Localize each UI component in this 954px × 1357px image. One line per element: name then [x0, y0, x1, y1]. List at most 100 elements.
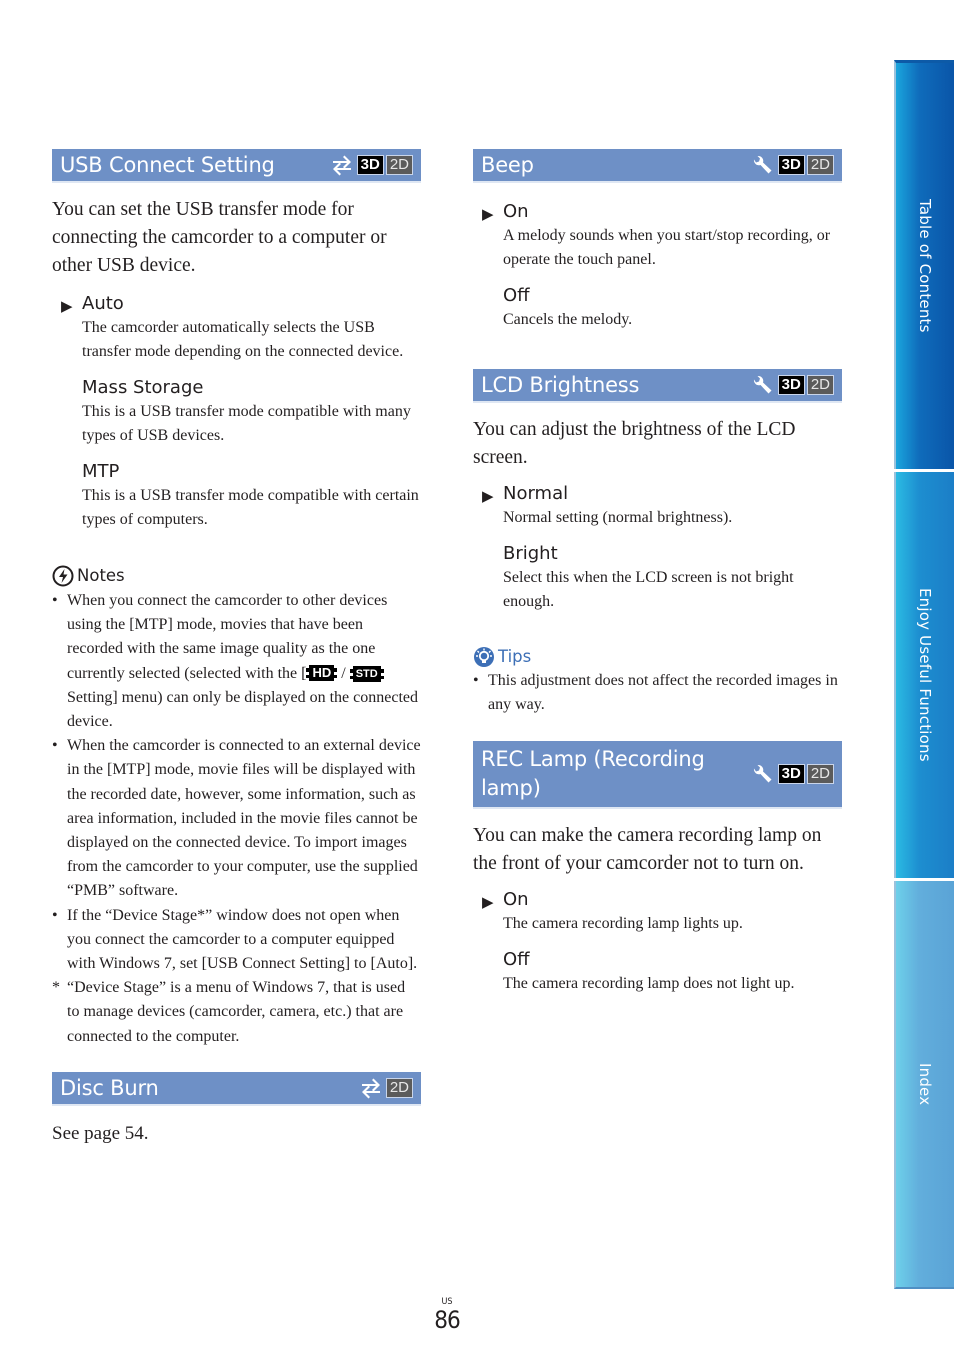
right-column: Beep 3D 2D ▶ On A melody sounds when you… — [473, 149, 842, 996]
side-tab-index[interactable]: Index — [894, 881, 954, 1289]
left-column: USB Connect Setting 3D 2D You can set th… — [52, 149, 421, 1147]
lcd-brightness-section: LCD Brightness 3D 2D You can adjust the … — [473, 369, 842, 717]
page-number-value: 86 — [434, 1306, 460, 1334]
option-name: Off — [503, 285, 530, 306]
side-tab-table-of-contents[interactable]: Table of Contents — [894, 60, 954, 469]
option-desc: The camera recording lamp lights up. — [503, 915, 743, 933]
mode-badges: 3D 2D — [751, 374, 834, 396]
note-text: Setting] menu) can only be displayed on … — [67, 688, 419, 731]
badge-2d: 2D — [806, 155, 834, 175]
side-tab-label: Index — [916, 1062, 934, 1106]
section-title: Disc Burn — [60, 1075, 159, 1100]
note-text: If the “Device Stage*” window does not o… — [67, 906, 418, 973]
badge-2d: 2D — [806, 375, 834, 395]
option-normal: ▶ Normal Normal setting (normal brightne… — [473, 482, 842, 530]
side-tab-label: Enjoy Useful Functions — [916, 588, 934, 762]
see-page-link[interactable]: See page 54. — [52, 1121, 421, 1147]
usb-connect-setting-section: USB Connect Setting 3D 2D You can set th… — [52, 149, 421, 1049]
transfer-arrows-icon — [330, 154, 354, 176]
mode-badges: 3D 2D — [751, 763, 834, 785]
default-marker-icon: ▶ — [482, 893, 494, 912]
mode-badges: 3D 2D — [330, 154, 413, 176]
side-tab-label: Table of Contents — [916, 199, 934, 333]
section-lead: You can make the camera recording lamp o… — [473, 825, 822, 875]
page-number: US 86 — [430, 1297, 464, 1333]
section-header: Beep 3D 2D — [473, 149, 842, 183]
section-title: LCD Brightness — [481, 373, 640, 397]
option-name: Bright — [503, 543, 558, 564]
option-desc: The camera recording lamp does not light… — [503, 975, 795, 993]
bullet: • — [473, 672, 479, 689]
bullet: • — [52, 737, 58, 755]
disc-burn-section: Disc Burn 2D See page 54. — [52, 1071, 421, 1147]
tip-item: • This adjustment does not affect the re… — [473, 669, 842, 717]
section-header: Disc Burn 2D — [52, 1071, 421, 1106]
default-marker-icon: ▶ — [482, 205, 494, 223]
notes-heading: Notes — [52, 565, 421, 587]
option-on: ▶ On A melody sounds when you start/stop… — [473, 200, 842, 272]
footnote: * “Device Stage” is a menu of Windows 7,… — [52, 976, 421, 1049]
bullet: • — [52, 906, 58, 924]
section-title: Beep — [481, 153, 534, 177]
option-desc: This is a USB transfer mode compatible w… — [82, 403, 411, 444]
option-name: Auto — [82, 293, 124, 314]
section-title: USB Connect Setting — [60, 153, 275, 177]
badge-2d: 2D — [385, 155, 413, 175]
default-marker-icon: ▶ — [482, 487, 494, 505]
option-off: Off The camera recording lamp does not l… — [473, 948, 842, 996]
badge-3d: 3D — [356, 155, 384, 175]
footnote-text: “Device Stage” is a menu of Windows 7, t… — [67, 979, 406, 1045]
note-item: • When the camcorder is connected to an … — [52, 734, 421, 903]
section-title: REC Lamp (Recording lamp) — [481, 747, 705, 801]
notes-list: • When you connect the camcorder to othe… — [52, 589, 421, 1049]
option-mtp: MTP This is a USB transfer mode compatib… — [52, 460, 421, 532]
option-bright: Bright Select this when the LCD screen i… — [473, 542, 842, 614]
tips-block: Tips • This adjustment does not affect t… — [473, 646, 842, 717]
tips-heading: Tips — [473, 646, 842, 668]
std-quality-icon: STD — [349, 665, 384, 682]
option-desc: This is a USB transfer mode compatible w… — [82, 487, 419, 528]
notes-caution-icon — [52, 565, 74, 587]
footnote-mark: * — [52, 979, 60, 997]
mode-badges: 3D 2D — [751, 154, 834, 176]
note-text: When the camcorder is connected to an ex… — [67, 737, 421, 900]
rec-lamp-section: REC Lamp (Recording lamp) 3D 2D You can … — [473, 741, 842, 996]
tips-lightbulb-icon — [473, 646, 495, 668]
wrench-icon — [751, 154, 775, 176]
tips-list: • This adjustment does not affect the re… — [473, 669, 842, 717]
section-header: USB Connect Setting 3D 2D — [52, 149, 421, 183]
option-desc: Cancels the melody. — [503, 311, 633, 328]
transfer-arrows-icon — [359, 1077, 383, 1099]
option-name: On — [503, 889, 529, 911]
option-name: Mass Storage — [82, 377, 204, 398]
default-marker-icon: ▶ — [61, 297, 73, 315]
option-desc: The camcorder automatically selects the … — [82, 319, 404, 360]
side-tab-enjoy-useful-functions[interactable]: Enjoy Useful Functions — [894, 472, 954, 878]
option-on: ▶ On The camera recording lamp lights up… — [473, 888, 842, 936]
tip-text: This adjustment does not affect the reco… — [488, 672, 838, 714]
wrench-icon — [751, 374, 775, 396]
section-header: LCD Brightness 3D 2D — [473, 369, 842, 403]
badge-2d: 2D — [806, 764, 834, 785]
badge-2d: 2D — [385, 1077, 413, 1098]
note-item: • When you connect the camcorder to othe… — [52, 589, 421, 734]
option-mass-storage: Mass Storage This is a USB transfer mode… — [52, 376, 421, 448]
hd-quality-icon: HD — [306, 664, 338, 681]
option-desc: Select this when the LCD screen is not b… — [503, 569, 794, 610]
bullet: • — [52, 592, 58, 609]
tips-label: Tips — [498, 647, 532, 666]
option-name: MTP — [82, 461, 120, 482]
notes-block: Notes • When you connect the camcorder t… — [52, 565, 421, 1049]
mode-badges: 2D — [359, 1077, 413, 1099]
beep-section: Beep 3D 2D ▶ On A melody sounds when you… — [473, 149, 842, 332]
section-lead: You can adjust the brightness of the LCD… — [473, 419, 796, 468]
badge-3d: 3D — [777, 764, 805, 785]
badge-3d: 3D — [777, 375, 805, 395]
section-header: REC Lamp (Recording lamp) 3D 2D — [473, 741, 842, 810]
option-desc: Normal setting (normal brightness). — [503, 509, 733, 526]
note-item: • If the “Device Stage*” window does not… — [52, 904, 421, 977]
option-off: Off Cancels the melody. — [473, 284, 842, 332]
option-name: Normal — [503, 483, 569, 504]
option-name: Off — [503, 949, 530, 971]
option-auto: ▶ Auto The camcorder automatically selec… — [52, 292, 421, 364]
